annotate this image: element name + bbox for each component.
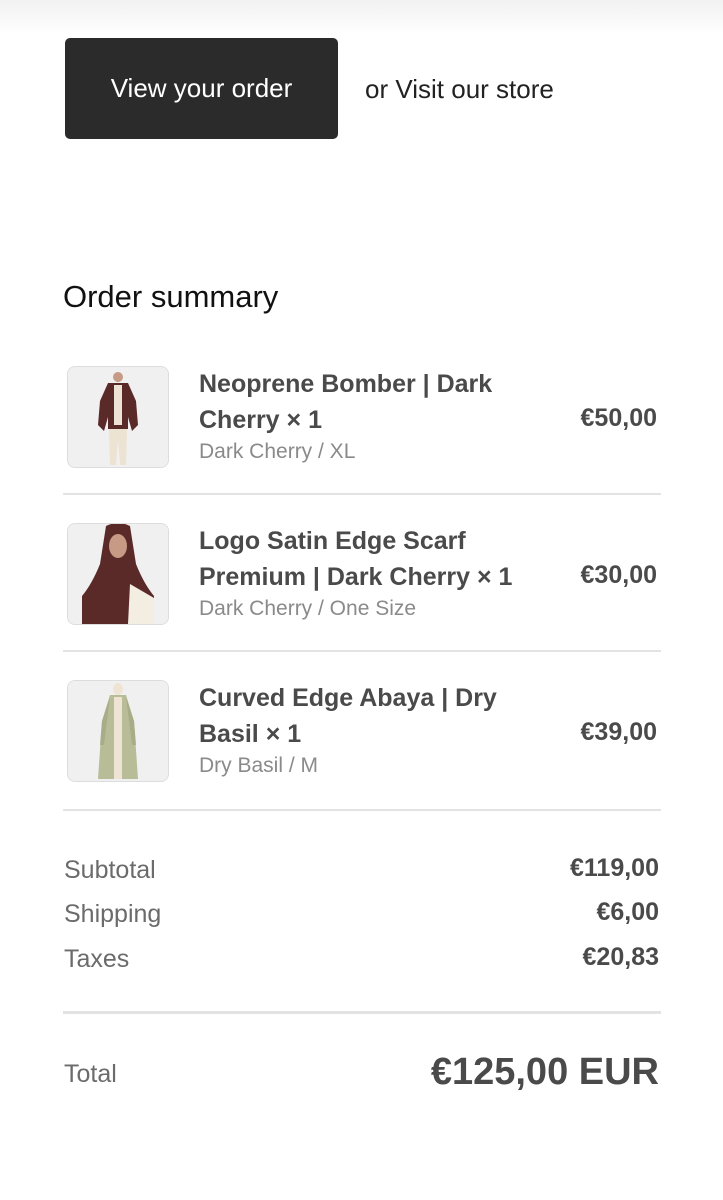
order-line-item: Curved Edge Abaya | Dry Basil × 1 Dry Ba… [63,680,660,838]
item-name: Curved Edge Abaya | Dry Basil × 1 [199,684,497,748]
item-price: €50,00 [580,404,657,432]
order-line-item: Neoprene Bomber | Dark Cherry × 1 Dark C… [63,366,660,524]
scarf-product-image [67,523,169,625]
total-value: €125,00 EUR [430,1051,659,1093]
jacket-product-image [67,366,169,468]
item-variant: Dark Cherry / XL [199,440,356,463]
divider [63,493,661,495]
item-variant: Dark Cherry / One Size [199,597,417,620]
visit-store-row: or Visit our store [365,74,554,105]
item-name: Logo Satin Edge Scarf Premium | Dark Che… [199,527,513,591]
item-variant: Dry Basil / M [199,754,319,777]
divider [63,1011,661,1014]
subtotal-value: €119,00 [570,854,659,882]
shipping-label: Shipping [64,900,162,928]
item-name: Neoprene Bomber | Dark Cherry × 1 [199,370,493,434]
subtotal-label: Subtotal [64,856,156,884]
total-label: Total [64,1060,117,1088]
item-price: €39,00 [580,718,657,746]
view-order-button[interactable]: View your order [65,38,338,139]
divider [63,809,661,811]
header-shadow [0,0,723,34]
order-summary-title: Order summary [63,279,279,314]
visit-store-link[interactable]: Visit our store [395,74,553,104]
abaya-product-image [67,680,169,782]
shipping-value: €6,00 [596,898,659,926]
item-price: €30,00 [580,561,657,589]
taxes-value: €20,83 [582,943,659,971]
divider [63,650,661,652]
taxes-label: Taxes [64,945,130,973]
or-text: or [365,74,389,104]
order-line-item: Logo Satin Edge Scarf Premium | Dark Che… [63,523,660,681]
